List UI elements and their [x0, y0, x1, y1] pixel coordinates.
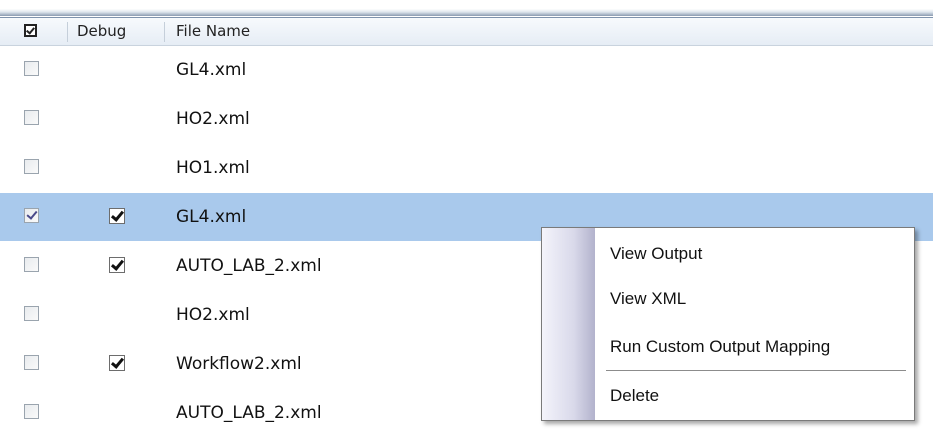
row-select-checkbox[interactable] — [24, 208, 39, 223]
row-select-checkbox[interactable] — [24, 355, 39, 370]
menu-separator — [606, 370, 906, 371]
row-select-checkbox[interactable] — [24, 61, 39, 76]
table-row[interactable]: HO1.xml — [0, 144, 933, 193]
context-menu-gutter — [542, 228, 595, 420]
menu-item-run-custom-output-mapping[interactable]: Run Custom Output Mapping — [610, 335, 830, 359]
row-select-checkbox[interactable] — [24, 306, 39, 321]
column-header-debug[interactable]: Debug — [77, 18, 126, 45]
row-select-checkbox[interactable] — [24, 159, 39, 174]
select-all-checkbox-icon[interactable] — [24, 24, 37, 37]
file-name-cell: Workflow2.xml — [176, 354, 302, 374]
menu-item-view-output[interactable]: View Output — [610, 242, 702, 266]
debug-checkmark-icon[interactable] — [109, 257, 125, 273]
file-name-cell: GL4.xml — [176, 60, 247, 80]
menu-item-view-xml[interactable]: View XML — [610, 287, 686, 311]
menu-item-delete[interactable]: Delete — [610, 384, 659, 408]
debug-checkmark-icon[interactable] — [109, 208, 125, 224]
toolbar-strip — [0, 0, 933, 16]
file-name-cell: GL4.xml — [176, 207, 247, 227]
file-name-cell: AUTO_LAB_2.xml — [176, 403, 322, 423]
file-name-cell: AUTO_LAB_2.xml — [176, 256, 322, 276]
context-menu: View Output View XML Run Custom Output M… — [541, 227, 915, 421]
row-select-checkbox[interactable] — [24, 110, 39, 125]
column-header-file-name[interactable]: File Name — [176, 18, 250, 45]
debug-checkmark-icon[interactable] — [109, 355, 125, 371]
file-name-cell: HO1.xml — [176, 158, 250, 178]
table-row[interactable]: HO2.xml — [0, 95, 933, 144]
table-row[interactable]: GL4.xml — [0, 46, 933, 95]
header-separator — [164, 22, 165, 42]
file-name-cell: HO2.xml — [176, 305, 250, 325]
file-name-cell: HO2.xml — [176, 109, 250, 129]
grid-header: Debug File Name — [0, 17, 933, 46]
row-select-checkbox[interactable] — [24, 257, 39, 272]
row-select-checkbox[interactable] — [24, 404, 39, 419]
header-separator — [67, 22, 68, 42]
